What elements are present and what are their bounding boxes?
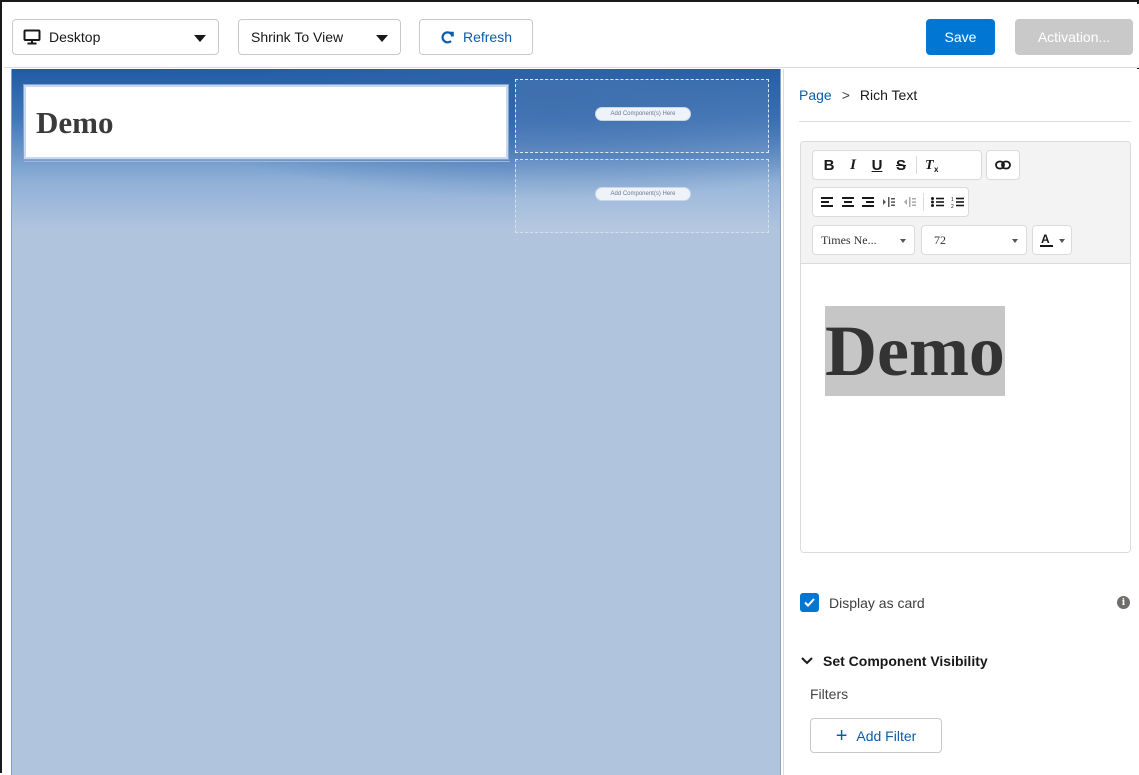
filters-label: Filters [810, 686, 849, 702]
toolbar-separator [922, 193, 924, 211]
chevron-down-icon [900, 239, 906, 243]
strikethrough-button[interactable]: S [889, 151, 913, 179]
svg-text:2: 2 [951, 204, 954, 209]
chevron-down-icon [376, 35, 388, 42]
monitor-icon [23, 29, 41, 45]
editor-content-area[interactable]: Demo [801, 264, 1130, 552]
add-component-placeholder[interactable]: Add Component(s) Here [595, 187, 691, 201]
numbered-list-icon: 12 [951, 197, 965, 209]
svg-text:1: 1 [951, 197, 954, 203]
font-family-value: Times Ne... [821, 232, 877, 247]
format-group: B I U S T x [812, 150, 982, 180]
refresh-label: Refresh [462, 29, 513, 45]
display-as-card-row: Display as card [800, 593, 925, 612]
plus-icon: + [835, 724, 848, 747]
outdent-icon[interactable] [899, 188, 920, 216]
properties-panel: Page > Rich Text B I U S T x 1 2 Times N… [783, 69, 1139, 775]
rich-text-component[interactable]: Demo [23, 84, 509, 160]
align-center-icon[interactable] [838, 188, 859, 216]
refresh-button[interactable]: Refresh [419, 19, 533, 55]
breadcrumb-separator: > [841, 87, 850, 103]
indent-icon[interactable] [879, 188, 900, 216]
align-left-icon [821, 197, 834, 207]
display-as-card-label: Display as card [829, 594, 925, 611]
component-visibility-toggle[interactable]: Set Component Visibility [801, 653, 988, 669]
zoom-select[interactable]: Shrink To View [238, 19, 401, 55]
add-filter-button[interactable]: + Add Filter [810, 718, 942, 753]
bold-button[interactable]: B [817, 151, 841, 179]
component-slot-1[interactable]: Add Component(s) Here [515, 79, 769, 153]
zoom-select-value: Shrink To View [251, 29, 344, 45]
font-size-select[interactable]: 72 [921, 225, 1027, 255]
chevron-down-icon [194, 35, 206, 42]
clear-formatting-icon[interactable]: T x [920, 151, 944, 179]
add-filter-label: Add Filter [856, 727, 917, 744]
component-slot-2[interactable]: Add Component(s) Here [515, 159, 769, 233]
italic-button[interactable]: I [841, 151, 865, 179]
checkmark-icon [804, 598, 815, 607]
display-as-card-checkbox[interactable] [800, 593, 819, 612]
font-family-select[interactable]: Times Ne... [812, 225, 915, 255]
save-button[interactable]: Save [926, 19, 995, 55]
page-canvas[interactable]: Demo Add Component(s) Here Add Component… [11, 69, 781, 775]
add-component-placeholder[interactable]: Add Component(s) Here [595, 107, 691, 121]
outdent-icon [903, 197, 916, 207]
activation-button[interactable]: Activation... [1015, 19, 1133, 55]
panel-divider [799, 121, 1131, 122]
align-center-icon [841, 197, 854, 207]
svg-text:A: A [1041, 232, 1050, 246]
text-color-icon: A [1040, 232, 1053, 247]
numbered-list-icon[interactable]: 12 [947, 188, 968, 216]
link-group [986, 150, 1020, 180]
rich-text-content: Demo [36, 105, 114, 140]
editor-selected-text[interactable]: Demo [825, 306, 1005, 396]
align-right-icon [862, 197, 875, 207]
info-icon[interactable]: i [1117, 596, 1130, 609]
visibility-section-label: Set Component Visibility [823, 653, 988, 669]
device-select-value: Desktop [49, 29, 101, 45]
builder-toolbar: Desktop Shrink To View Refresh Save Acti… [4, 4, 1139, 68]
breadcrumb: Page > Rich Text [799, 87, 917, 103]
underline-button[interactable]: U [865, 151, 889, 179]
rich-text-editor: B I U S T x 1 2 Times Ne... 72 A Demo [800, 141, 1131, 553]
bullet-list-icon [930, 197, 944, 207]
chevron-down-icon [801, 657, 813, 665]
refresh-icon [441, 30, 454, 43]
breadcrumb-current: Rich Text [859, 87, 918, 103]
app-frame: Desktop Shrink To View Refresh Save Acti… [0, 0, 1139, 775]
alignment-group: 12 [812, 187, 969, 217]
clear-formatting-icon: T x [925, 158, 939, 173]
breadcrumb-page-link[interactable]: Page [799, 87, 832, 103]
link-icon[interactable] [987, 151, 1019, 179]
text-color-button[interactable]: A [1032, 225, 1072, 255]
font-size-value: 72 [934, 232, 946, 247]
align-left-icon[interactable] [817, 188, 838, 216]
svg-text:x: x [934, 165, 939, 173]
region-divider [24, 161, 510, 162]
bullet-list-icon[interactable] [927, 188, 948, 216]
link-icon [995, 160, 1011, 170]
align-right-icon[interactable] [858, 188, 879, 216]
indent-icon [883, 197, 896, 207]
chevron-down-icon [1059, 239, 1065, 243]
device-select[interactable]: Desktop [12, 19, 219, 55]
chevron-down-icon [1012, 239, 1018, 243]
editor-toolbar: B I U S T x 1 2 Times Ne... 72 A [801, 142, 1130, 264]
toolbar-separator [916, 156, 917, 174]
